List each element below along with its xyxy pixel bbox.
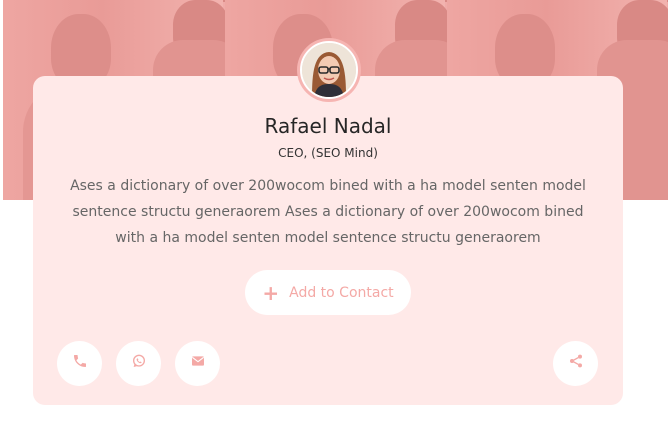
phone-button[interactable] xyxy=(57,341,102,386)
share-button[interactable] xyxy=(553,341,598,386)
add-to-contact-button[interactable]: + Add to Contact xyxy=(245,270,411,315)
profile-bio: Ases a dictionary of over 200wocom bined… xyxy=(70,178,586,246)
profile-name: Rafael Nadal xyxy=(264,114,392,138)
avatar-photo xyxy=(300,41,358,99)
email-button[interactable] xyxy=(175,341,220,386)
envelope-icon xyxy=(190,353,206,374)
whatsapp-icon xyxy=(131,353,147,374)
avatar xyxy=(297,38,361,102)
add-to-contact-label: Add to Contact xyxy=(289,284,394,301)
phone-icon xyxy=(72,353,88,374)
plus-icon: + xyxy=(262,280,280,305)
profile-role: CEO, (SEO Mind) xyxy=(278,146,378,160)
share-icon xyxy=(568,353,584,374)
whatsapp-button[interactable] xyxy=(116,341,161,386)
